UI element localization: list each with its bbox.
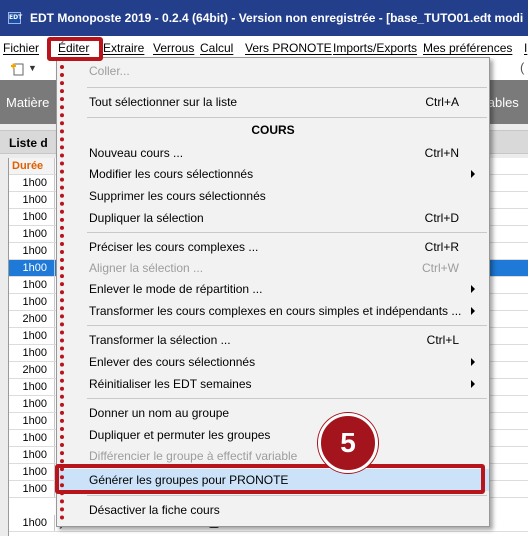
- menu-item-transformer-complexes[interactable]: Transformer les cours complexes en cours…: [57, 300, 489, 322]
- dotted-guide-line: [60, 65, 64, 520]
- menu-section-label: COURS: [251, 123, 295, 137]
- menu-separator: [87, 398, 487, 399]
- menu-item-shortcut: Ctrl+A: [425, 95, 459, 109]
- duration-cell: 1h00: [9, 175, 55, 191]
- menu-item-label: Modifier les cours sélectionnés: [89, 167, 254, 181]
- duration-cell: 1h00: [9, 209, 55, 225]
- step-number-badge: 5: [318, 413, 378, 473]
- menu-item-label: Dupliquer la sélection: [89, 211, 204, 225]
- duration-cell: 1h00: [9, 447, 55, 463]
- menu-item-transformer-selection[interactable]: Transformer la sélection ... Ctrl+L: [57, 329, 489, 351]
- duration-cell: 1h00: [9, 277, 55, 293]
- list-title: Liste d: [9, 136, 48, 150]
- menu-item-label: Différencier le groupe à effectif variab…: [89, 449, 298, 463]
- menu-imports-exports[interactable]: Imports/Exports: [333, 41, 417, 55]
- chevron-down-icon[interactable]: ▼: [28, 63, 37, 73]
- submenu-arrow-icon: [471, 170, 475, 178]
- menu-item-label: Réinitialiser les EDT semaines: [89, 377, 252, 391]
- duration-cell: 2h00: [9, 362, 55, 378]
- menu-item-label: Tout sélectionner sur la liste: [89, 95, 238, 109]
- tab-matiere[interactable]: Matière: [6, 95, 49, 110]
- duration-cell: 1h00: [9, 430, 55, 446]
- submenu-arrow-icon: [471, 358, 475, 366]
- window-title: EDT Monoposte 2019 - 0.2.4 (64bit) - Ver…: [30, 11, 524, 25]
- menu-calcul[interactable]: Calcul: [200, 41, 233, 55]
- menu-item-preciser-cours[interactable]: Préciser les cours complexes ... Ctrl+R: [57, 236, 489, 258]
- menu-item-aligner-selection[interactable]: Aligner la sélection ... Ctrl+W: [57, 257, 489, 279]
- duration-cell: 1h00: [9, 260, 55, 276]
- menu-item-shortcut: Ctrl+W: [422, 261, 459, 275]
- menu-section-cours: COURS: [57, 119, 489, 141]
- duration-cell: 1h00: [9, 328, 55, 344]
- menu-item-label: Dupliquer et permuter les groupes: [89, 428, 271, 442]
- submenu-arrow-icon: [471, 380, 475, 388]
- menu-separator: [87, 232, 487, 233]
- menu-item-donner-nom-groupe[interactable]: Donner un nom au groupe: [57, 402, 489, 424]
- menu-fichier[interactable]: Fichier: [3, 41, 39, 55]
- toolbar-overflow-text: (: [520, 60, 525, 75]
- submenu-arrow-icon: [471, 285, 475, 293]
- menu-separator: [87, 117, 487, 118]
- menu-item-enlever-repartition[interactable]: Enlever le mode de répartition ...: [57, 278, 489, 300]
- column-header-duree[interactable]: Durée: [9, 158, 55, 174]
- duration-cell: 2h00: [9, 311, 55, 327]
- menu-item-supprimer-cours[interactable]: Supprimer les cours sélectionnés: [57, 185, 489, 207]
- duration-cell: 1h00: [9, 294, 55, 310]
- menu-item-shortcut: Ctrl+L: [426, 333, 459, 347]
- submenu-arrow-icon: [471, 307, 475, 315]
- menu-item-label: Nouveau cours ...: [89, 146, 184, 160]
- duration-cell: 1h00: [9, 345, 55, 361]
- menu-item-shortcut: Ctrl+D: [424, 211, 459, 225]
- menu-item-label: Transformer les cours complexes en cours…: [89, 304, 462, 318]
- duration-cell: 1h00: [9, 192, 55, 208]
- editer-menu-highlight-box: [47, 37, 103, 61]
- menu-item-label: Préciser les cours complexes ...: [89, 240, 259, 254]
- duration-cell: 1h00: [9, 413, 55, 429]
- duration-cell: 1h00: [9, 481, 55, 497]
- menu-vers-pronote[interactable]: Vers PRONOTE: [245, 41, 332, 55]
- menu-item-modifier-cours[interactable]: Modifier les cours sélectionnés: [57, 163, 489, 185]
- menu-item-shortcut: Ctrl+R: [424, 240, 459, 254]
- title-bar: EDT EDT Monoposte 2019 - 0.2.4 (64bit) -…: [0, 0, 528, 36]
- menu-item-dupliquer-permuter[interactable]: Dupliquer et permuter les groupes: [57, 424, 489, 446]
- menu-verrous[interactable]: Verrous: [153, 41, 194, 55]
- menu-item-label: Supprimer les cours sélectionnés: [89, 189, 266, 203]
- menu-mes-preferences[interactable]: Mes préférences: [423, 41, 512, 55]
- app-icon: EDT: [8, 12, 22, 24]
- menu-item-label: Désactiver la fiche cours: [89, 503, 220, 517]
- duration-cell: 1h00: [9, 226, 55, 242]
- duration-cell: 1h00: [9, 515, 55, 531]
- menu-separator: [87, 495, 487, 496]
- menu-separator: [87, 87, 487, 88]
- new-document-icon[interactable]: [11, 61, 25, 76]
- menu-item-nouveau-cours[interactable]: Nouveau cours ... Ctrl+N: [57, 142, 489, 164]
- generer-highlight-box: [55, 464, 485, 494]
- menu-item-tout-selectionner[interactable]: Tout sélectionner sur la liste Ctrl+A: [57, 91, 489, 113]
- menu-item-label: Donner un nom au groupe: [89, 406, 230, 420]
- menu-item-coller[interactable]: Coller...: [57, 60, 489, 82]
- menu-item-enlever-cours[interactable]: Enlever des cours sélectionnés: [57, 351, 489, 373]
- edit-menu-dropdown: Coller... Tout sélectionner sur la liste…: [56, 57, 490, 527]
- menu-item-label: Transformer la sélection ...: [89, 333, 231, 347]
- menu-item-label: Coller...: [89, 64, 130, 78]
- duration-cell: 1h00: [9, 243, 55, 259]
- menu-overflow[interactable]: I: [524, 41, 527, 55]
- menu-item-desactiver-fiche[interactable]: Désactiver la fiche cours: [57, 499, 489, 521]
- menu-item-label: Aligner la sélection ...: [89, 261, 204, 275]
- duration-cell: 1h00: [9, 396, 55, 412]
- menu-extraire[interactable]: Extraire: [103, 41, 144, 55]
- duration-cell: 1h00: [9, 379, 55, 395]
- menu-item-dupliquer-selection[interactable]: Dupliquer la sélection Ctrl+D: [57, 207, 489, 229]
- menu-separator: [87, 325, 487, 326]
- menu-item-reinitialiser-edt[interactable]: Réinitialiser les EDT semaines: [57, 373, 489, 395]
- menu-item-shortcut: Ctrl+N: [424, 146, 459, 160]
- duration-cell: 1h00: [9, 464, 55, 480]
- menu-item-label: Enlever le mode de répartition ...: [89, 282, 263, 296]
- menu-item-label: Enlever des cours sélectionnés: [89, 355, 256, 369]
